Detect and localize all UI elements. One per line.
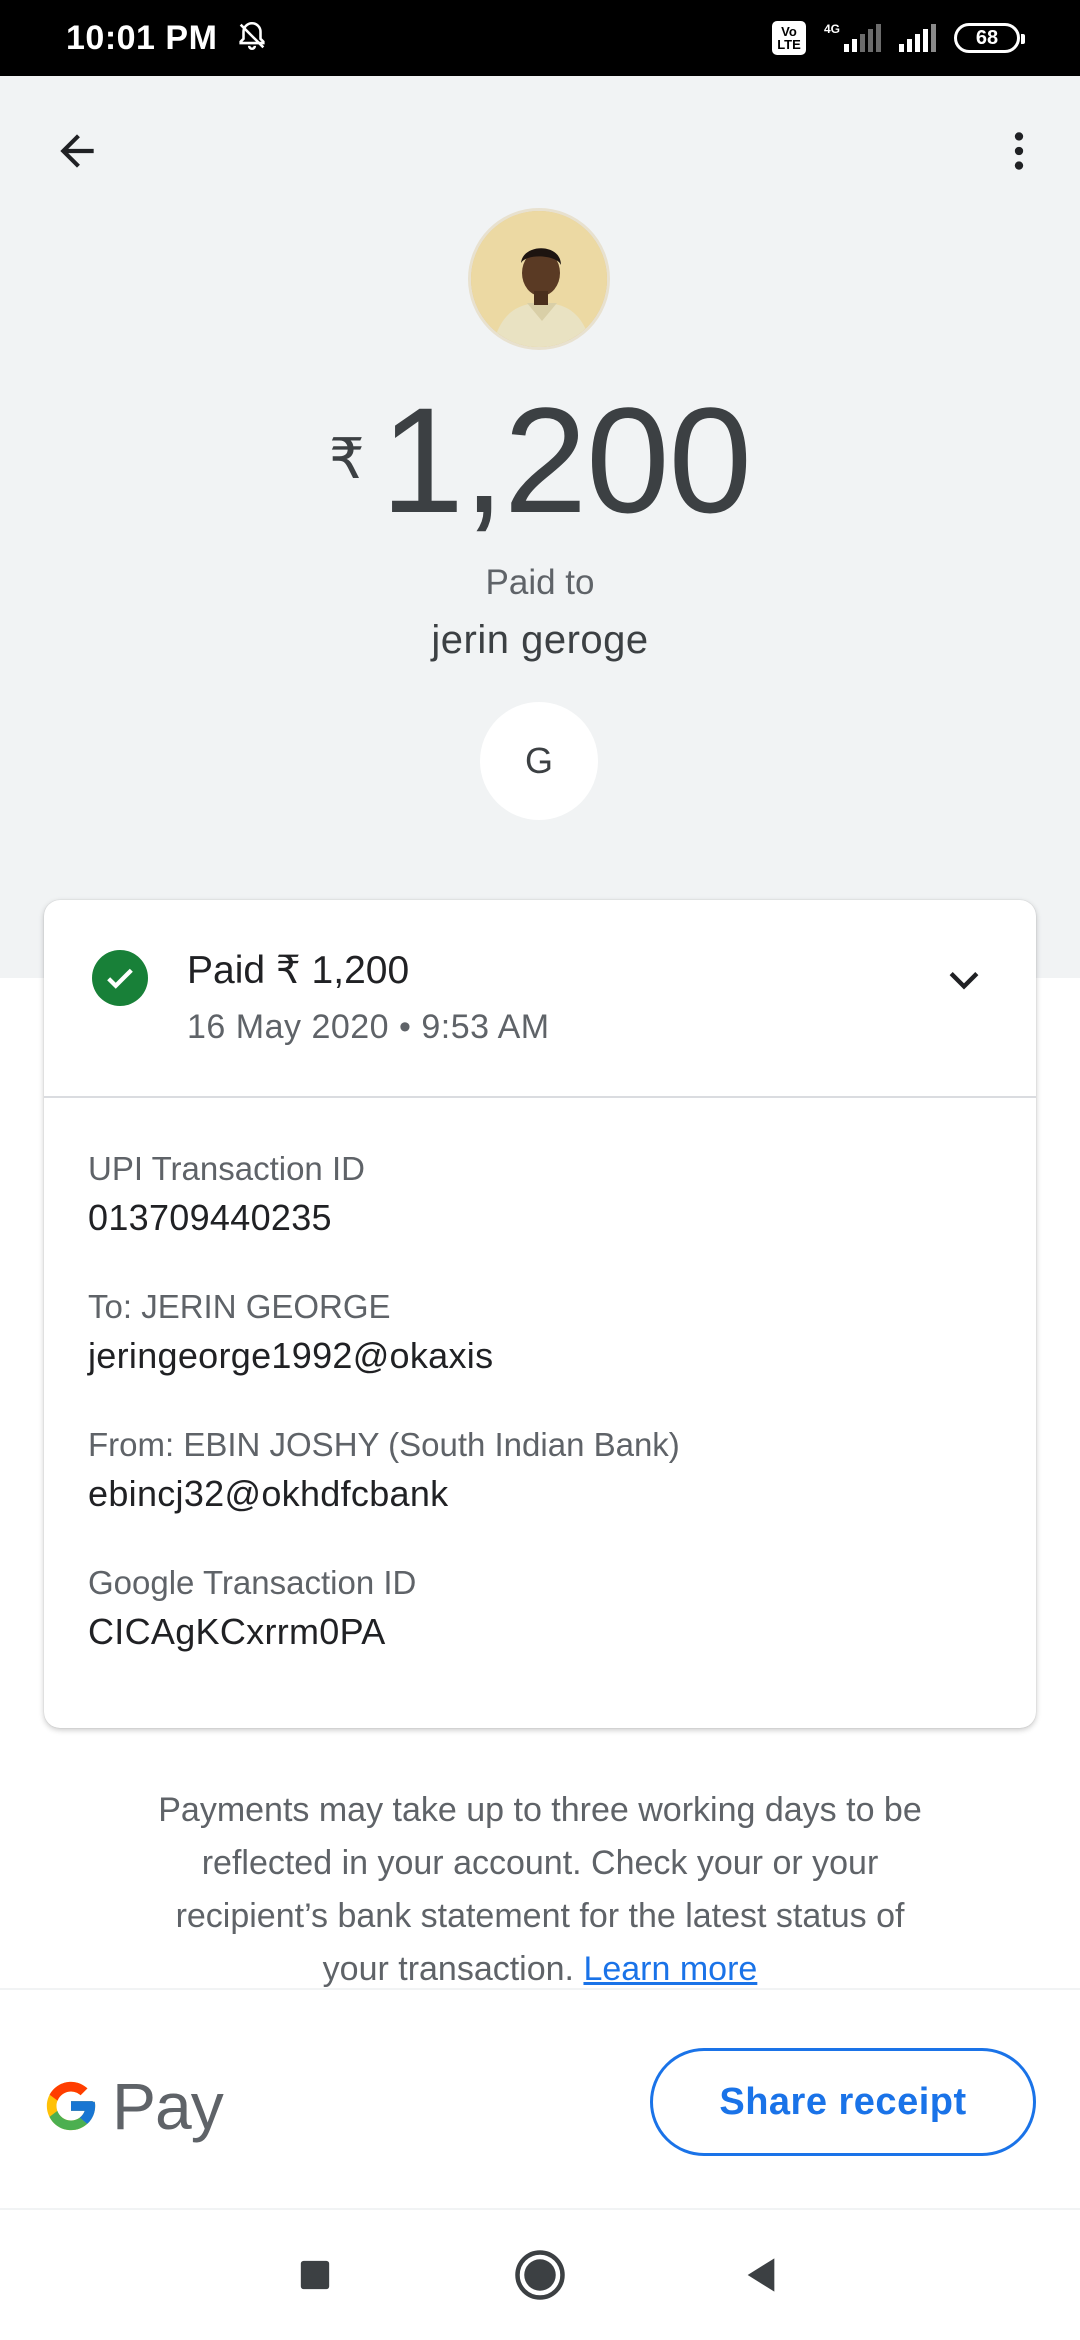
- payee-initial: G: [524, 740, 553, 781]
- payment-disclaimer: Payments may take up to three working da…: [150, 1784, 930, 1996]
- system-nav-bar: [0, 2210, 1080, 2340]
- amount-row: ₹ 1,200: [0, 380, 1080, 540]
- paid-to-label: Paid to: [485, 563, 595, 602]
- signal-icon: [899, 24, 936, 52]
- currency-symbol: ₹: [328, 427, 365, 490]
- learn-more-link[interactable]: Learn more: [583, 1950, 757, 1988]
- detail-from: From: EBIN JOSHY (South Indian Bank) ebi…: [88, 1422, 1036, 1520]
- detail-upi-id: UPI Transaction ID 013709440235: [88, 1146, 1036, 1244]
- gpay-logo: Pay: [42, 2068, 224, 2144]
- nav-back-button[interactable]: [724, 2238, 798, 2312]
- more-options-button[interactable]: [986, 118, 1052, 184]
- back-button[interactable]: [44, 118, 110, 184]
- transaction-status: Paid ₹ 1,200: [187, 949, 410, 992]
- home-button[interactable]: [503, 2238, 577, 2312]
- battery-icon: 68: [954, 23, 1025, 53]
- check-circle-icon: [92, 950, 148, 1006]
- signal-icon: [844, 24, 881, 52]
- payee-avatar: [468, 208, 610, 350]
- detail-value: 013709440235: [88, 1197, 332, 1238]
- back-triangle-icon: [747, 2258, 775, 2292]
- share-receipt-button[interactable]: Share receipt: [650, 2048, 1036, 2156]
- recents-square-icon: [300, 2260, 330, 2290]
- google-g-icon: [46, 2081, 96, 2131]
- detail-to: To: JERIN GEORGE jeringeorge1992@okaxis: [88, 1284, 1036, 1382]
- battery-level: 68: [975, 26, 999, 49]
- status-bar: 10:01 PM Vo LTE 4G 68: [0, 0, 1080, 76]
- detail-label: From: EBIN JOSHY (South Indian Bank): [88, 1426, 680, 1463]
- detail-value: ebincj32@okhdfcbank: [88, 1473, 449, 1514]
- chevron-down-icon: [949, 972, 979, 990]
- status-left: 10:01 PM: [66, 19, 269, 58]
- detail-label: Google Transaction ID: [88, 1564, 417, 1601]
- alarm-off-icon: [235, 19, 269, 58]
- recents-button[interactable]: [278, 2238, 352, 2312]
- status-right: Vo LTE 4G 68: [771, 21, 1025, 55]
- detail-label: To: JERIN GEORGE: [88, 1288, 391, 1325]
- transaction-card: Paid ₹ 1,200 16 May 2020 • 9:53 AM UPI T…: [44, 900, 1036, 1728]
- arrow-back-icon: [60, 134, 94, 168]
- transaction-datetime: 16 May 2020 • 9:53 AM: [187, 1008, 550, 1046]
- detail-label: UPI Transaction ID: [88, 1150, 365, 1187]
- more-vert-icon: [1014, 132, 1024, 170]
- network-type-label: 4G: [823, 22, 840, 36]
- volte-icon: Vo LTE: [771, 21, 806, 55]
- detail-value: CICAgKCxrrm0PA: [88, 1611, 386, 1652]
- payment-amount: 1,200: [380, 376, 752, 544]
- disclaimer-text: Payments may take up to three working da…: [158, 1791, 922, 1988]
- gpay-brand-text: Pay: [112, 2069, 224, 2143]
- expand-button[interactable]: [932, 948, 996, 1012]
- status-time: 10:01 PM: [66, 18, 218, 57]
- transaction-details: UPI Transaction ID 013709440235 To: JERI…: [44, 1098, 1036, 1658]
- home-circle-icon: [515, 2250, 565, 2300]
- detail-google-id: Google Transaction ID CICAgKCxrrm0PA: [88, 1560, 1036, 1658]
- bottom-bar: Pay Share receipt: [0, 1988, 1080, 2210]
- transaction-summary[interactable]: Paid ₹ 1,200 16 May 2020 • 9:53 AM: [44, 900, 1036, 1098]
- payee-name: jerin geroge: [431, 618, 649, 662]
- payee-initial-badge[interactable]: G: [480, 702, 598, 820]
- detail-value: jeringeorge1992@okaxis: [88, 1335, 494, 1376]
